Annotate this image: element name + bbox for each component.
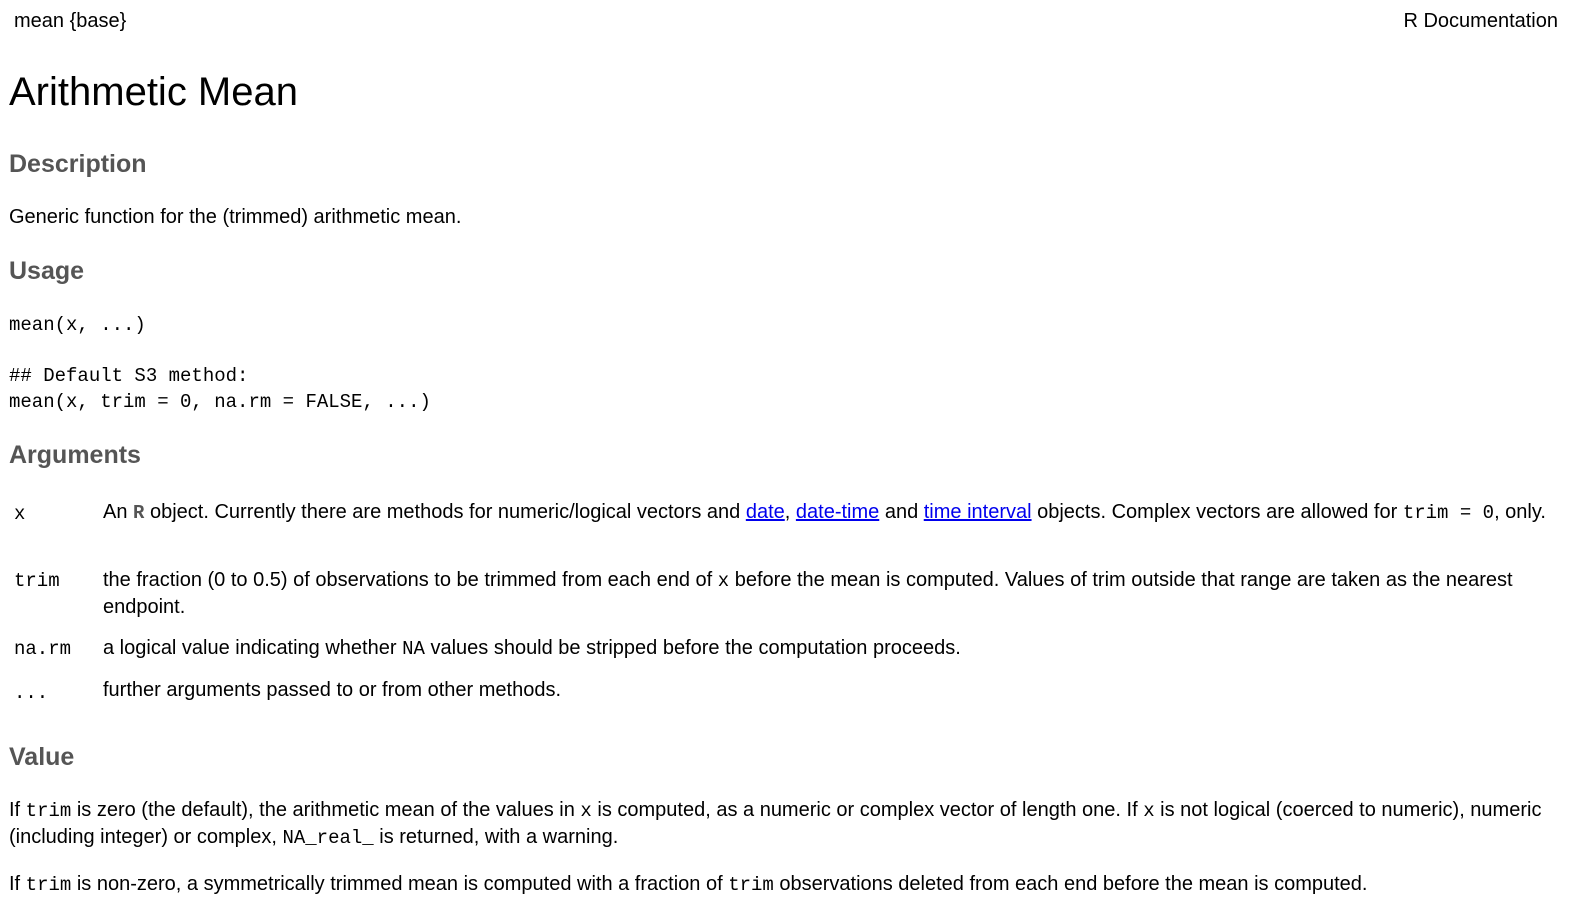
page-header: mean {base} R Documentation	[14, 8, 1558, 36]
text-span: objects. Complex vectors are allowed for	[1031, 501, 1403, 523]
link-time-interval[interactable]: time interval	[924, 501, 1032, 523]
inline-code: trim	[25, 800, 72, 822]
text-span: ,	[784, 501, 796, 523]
argument-description: further arguments passed to or from othe…	[103, 677, 1559, 703]
inline-code: trim = 0	[1402, 502, 1495, 524]
inline-code: trim	[728, 874, 774, 896]
text-span: further arguments passed to or from othe…	[103, 679, 561, 701]
argument-description: An R object. Currently there are methods…	[103, 499, 1559, 526]
value-paragraph: If trim is non-zero, a symmetrically tri…	[9, 871, 1554, 898]
text-span: is non-zero, a symmetrically trimmed mea…	[71, 873, 729, 895]
argument-name: trim	[14, 570, 60, 592]
text-span: and	[879, 501, 924, 523]
inline-code: x	[717, 570, 730, 592]
link-date[interactable]: date	[746, 501, 785, 523]
text-span: is computed, as a numeric or complex vec…	[591, 799, 1144, 821]
link-date-time[interactable]: date-time	[796, 501, 879, 523]
arguments-heading: Arguments	[9, 441, 141, 469]
argument-name: ...	[14, 682, 49, 704]
text-span: , only.	[1494, 501, 1546, 523]
text-span: is zero (the default), the arithmetic me…	[71, 799, 581, 821]
usage-code-line: mean(x, ...)	[9, 314, 146, 336]
usage-code-line: mean(x, trim = 0, na.rm = FALSE, ...)	[9, 391, 431, 413]
argument-name: na.rm	[14, 638, 72, 660]
argument-description: the fraction (0 to 0.5) of observations …	[103, 567, 1559, 620]
text-span: observations deleted from each end befor…	[773, 873, 1368, 895]
inline-code: x	[1143, 800, 1155, 822]
inline-code: NA	[402, 638, 425, 660]
text-span: An	[103, 501, 134, 523]
text-span: If	[9, 799, 26, 821]
usage-code-comment: ## Default S3 method:	[9, 365, 249, 387]
documentation-source-label: R Documentation	[1403, 10, 1558, 32]
argument-description: a logical value indicating whether NA va…	[103, 635, 1559, 662]
text-span: If	[9, 873, 26, 895]
text-span: is returned, with a warning.	[373, 826, 619, 848]
value-paragraph: If trim is zero (the default), the arith…	[9, 797, 1554, 851]
topic-label: mean {base}	[14, 10, 127, 32]
text-span: a logical value indicating whether	[103, 637, 403, 659]
description-heading: Description	[9, 150, 147, 178]
argument-name: x	[14, 503, 26, 525]
text-span: object. Currently there are methods for …	[144, 501, 746, 523]
inline-code: x	[580, 800, 592, 822]
text-span: the fraction (0 to 0.5) of observations …	[103, 569, 718, 591]
page-title: Arithmetic Mean	[9, 70, 298, 114]
inline-code: NA_real_	[282, 827, 374, 849]
inline-code: trim	[25, 874, 72, 896]
text-span: values should be stripped before the com…	[424, 637, 961, 659]
description-text: Generic function for the (trimmed) arith…	[9, 206, 462, 228]
usage-heading: Usage	[9, 257, 85, 285]
value-heading: Value	[9, 743, 75, 771]
r-logo-text: R	[133, 502, 145, 524]
